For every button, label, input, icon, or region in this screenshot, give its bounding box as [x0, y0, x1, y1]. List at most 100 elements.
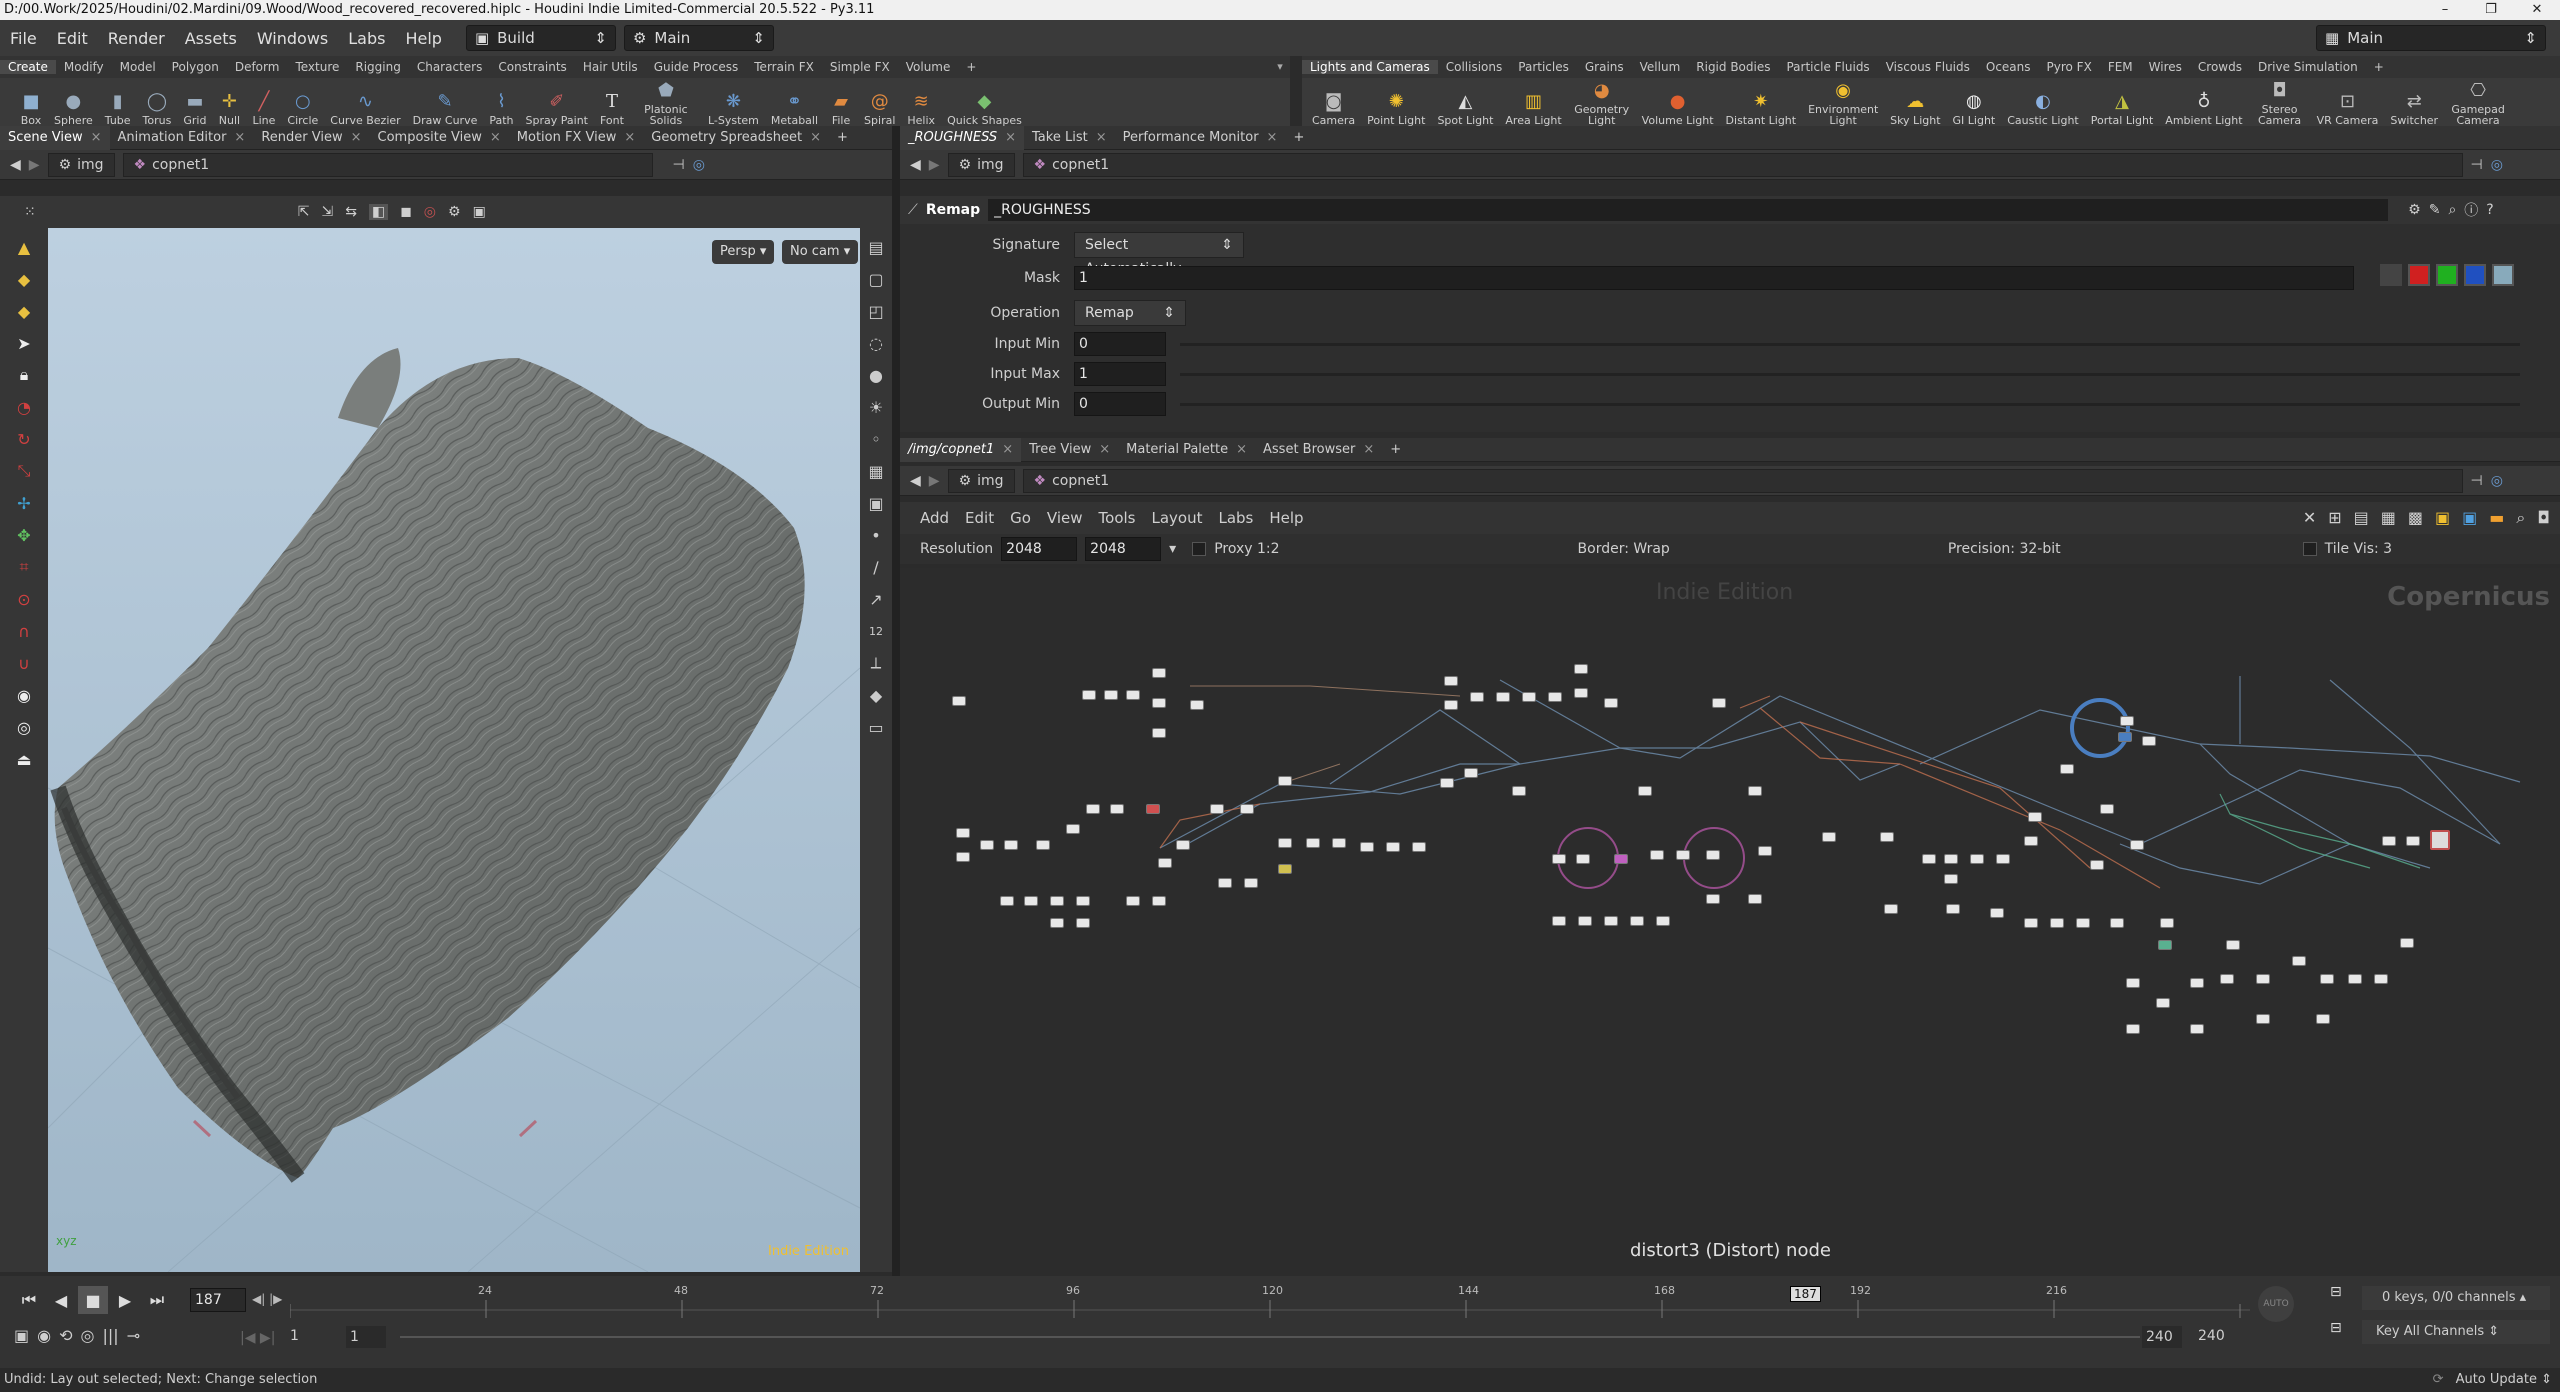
network-node[interactable]	[1990, 908, 2004, 918]
menu-view[interactable]: View	[1039, 509, 1091, 527]
menu-file[interactable]: File	[0, 29, 47, 48]
shelf-menu-icon[interactable]: ▾	[1268, 56, 1292, 78]
menu-help[interactable]: Help	[1261, 509, 1311, 527]
network-node[interactable]	[1050, 896, 1064, 906]
network-node[interactable]	[1578, 916, 1592, 926]
proxy-checkbox[interactable]	[1192, 542, 1207, 556]
range-icon[interactable]: |||	[102, 1326, 118, 1345]
back-icon[interactable]: ◀	[910, 473, 921, 489]
tool-metaball[interactable]: ⚭ Metaball	[765, 78, 824, 126]
network-node[interactable]	[952, 696, 966, 706]
network-node[interactable]	[2220, 974, 2234, 984]
shelf-tab[interactable]: Rigging	[347, 60, 408, 74]
pane-divider[interactable]	[892, 126, 900, 1276]
network-node[interactable]	[1880, 832, 1894, 842]
help-icon[interactable]: ?	[2486, 202, 2493, 218]
network-node-green[interactable]	[2158, 940, 2172, 950]
tab-composite-view[interactable]: Composite View ×	[370, 126, 509, 150]
select-arrow-icon[interactable]: ➤	[11, 330, 37, 356]
tool-box[interactable]: ■ Box	[14, 78, 48, 126]
network-node[interactable]	[1076, 918, 1090, 928]
close-icon[interactable]: ×	[351, 126, 362, 150]
network-node[interactable]	[1996, 854, 2010, 864]
channel-rgb-icon[interactable]	[2380, 264, 2402, 286]
shading-icon[interactable]: ◧	[368, 204, 389, 220]
close-icon[interactable]: ×	[1002, 438, 1013, 462]
menu-edit[interactable]: Edit	[47, 29, 98, 48]
network-node[interactable]	[1944, 874, 1958, 884]
input-min-slider[interactable]	[1180, 342, 2520, 346]
points-icon[interactable]: •	[863, 522, 889, 548]
shelf-tab[interactable]: Viscous Fluids	[1878, 60, 1978, 74]
network-node[interactable]	[1110, 804, 1124, 814]
network-node[interactable]	[1050, 918, 1064, 928]
tool-curve-bezier[interactable]: ∿ Curve Bezier	[324, 78, 406, 126]
close-icon[interactable]: ×	[1096, 126, 1107, 150]
snap-curve-icon[interactable]: ∩	[11, 618, 37, 644]
close-icon[interactable]: ×	[1005, 126, 1016, 150]
persp-menu[interactable]: Persp ▾	[712, 240, 775, 264]
link-icon[interactable]: ◎	[693, 157, 705, 173]
network-node[interactable]	[1630, 916, 1644, 926]
channel-alpha-icon[interactable]	[2492, 264, 2514, 286]
tool-null[interactable]: ✛ Null	[212, 78, 246, 126]
range-back-icon[interactable]: |◀ ▶|	[240, 1330, 275, 1346]
channel-blue-icon[interactable]	[2464, 264, 2486, 286]
tool-environment-light[interactable]: ◉ Environment Light	[1802, 78, 1884, 126]
scale-icon[interactable]: ⤡	[11, 458, 37, 484]
tool-spiral[interactable]: @ Spiral	[858, 78, 901, 126]
info-icon[interactable]: ⓘ	[2464, 200, 2478, 220]
network-node[interactable]	[1126, 690, 1140, 700]
shelf-tab[interactable]: Terrain FX	[746, 60, 822, 74]
menu-help[interactable]: Help	[395, 29, 451, 48]
tool-point-light[interactable]: ✺ Point Light	[1361, 78, 1431, 126]
tab-material-palette[interactable]: Material Palette ×	[1118, 438, 1255, 462]
paint-icon[interactable]: ◆	[11, 298, 37, 324]
shelf-tab[interactable]: Characters	[409, 60, 491, 74]
path-node[interactable]: ❖ copnet1	[1022, 152, 2463, 177]
maximize-button[interactable]: ❐	[2468, 0, 2514, 20]
network-node[interactable]	[1176, 840, 1190, 850]
playhead[interactable]: 187	[1790, 1286, 1821, 1302]
network-node[interactable]	[1306, 838, 1320, 848]
shadow-icon[interactable]: ▦	[863, 458, 889, 484]
key-all-icon[interactable]: ⊟	[2330, 1320, 2354, 1344]
network-node[interactable]	[1638, 786, 1652, 796]
network-node[interactable]	[1444, 676, 1458, 686]
shelf-tab[interactable]: Particles	[1510, 60, 1577, 74]
camera-menu[interactable]: No cam ▾	[782, 240, 859, 264]
play-reverse-icon[interactable]: ◀	[46, 1286, 76, 1314]
close-icon[interactable]: ×	[1267, 126, 1278, 150]
tool-portal-light[interactable]: ◮ Portal Light	[2085, 78, 2160, 126]
network-node[interactable]	[1604, 698, 1618, 708]
snap-magnet-icon[interactable]: ∪	[11, 650, 37, 676]
forward-icon[interactable]: ▶	[929, 473, 940, 489]
auto-key-dial[interactable]: AUTO	[2258, 1286, 2294, 1322]
shelf-tab[interactable]: Drive Simulation	[2250, 60, 2366, 74]
rotate-icon[interactable]: ↻	[11, 426, 37, 452]
network-node[interactable]	[1758, 846, 1772, 856]
network-node[interactable]	[1444, 700, 1458, 710]
close-icon[interactable]: ×	[624, 126, 635, 150]
network-node[interactable]	[1548, 692, 1562, 702]
shelf-tab[interactable]: Modify	[56, 60, 112, 74]
network-node[interactable]	[956, 852, 970, 862]
network-node[interactable]	[1944, 854, 1958, 864]
right-desktop-select[interactable]: ▦ Main ⇕	[2316, 25, 2546, 51]
network-editor[interactable]: Indie Edition Copernicus distort3 (Disto…	[900, 568, 2560, 1276]
close-button[interactable]: ✕	[2514, 0, 2560, 20]
close-icon[interactable]: ×	[810, 126, 821, 150]
network-node[interactable]	[980, 840, 994, 850]
auto-update-menu[interactable]: Auto Update ⇕	[2456, 1368, 2552, 1392]
tile-vis-checkbox[interactable]	[2302, 542, 2317, 556]
network-node[interactable]	[1552, 854, 1566, 864]
network-node[interactable]	[1158, 858, 1172, 868]
network-node[interactable]	[2028, 812, 2042, 822]
context-select[interactable]: ⚙ Main ⇕	[623, 25, 774, 51]
realtime-icon[interactable]: ▣	[14, 1326, 29, 1345]
tree-icon[interactable]: ⊞	[2328, 508, 2341, 528]
shelf-tab[interactable]: Grains	[1577, 60, 1632, 74]
selected-network-node[interactable]	[2118, 732, 2132, 742]
guides-icon[interactable]: ▭	[863, 714, 889, 740]
forward-icon[interactable]: ▶	[929, 157, 940, 173]
